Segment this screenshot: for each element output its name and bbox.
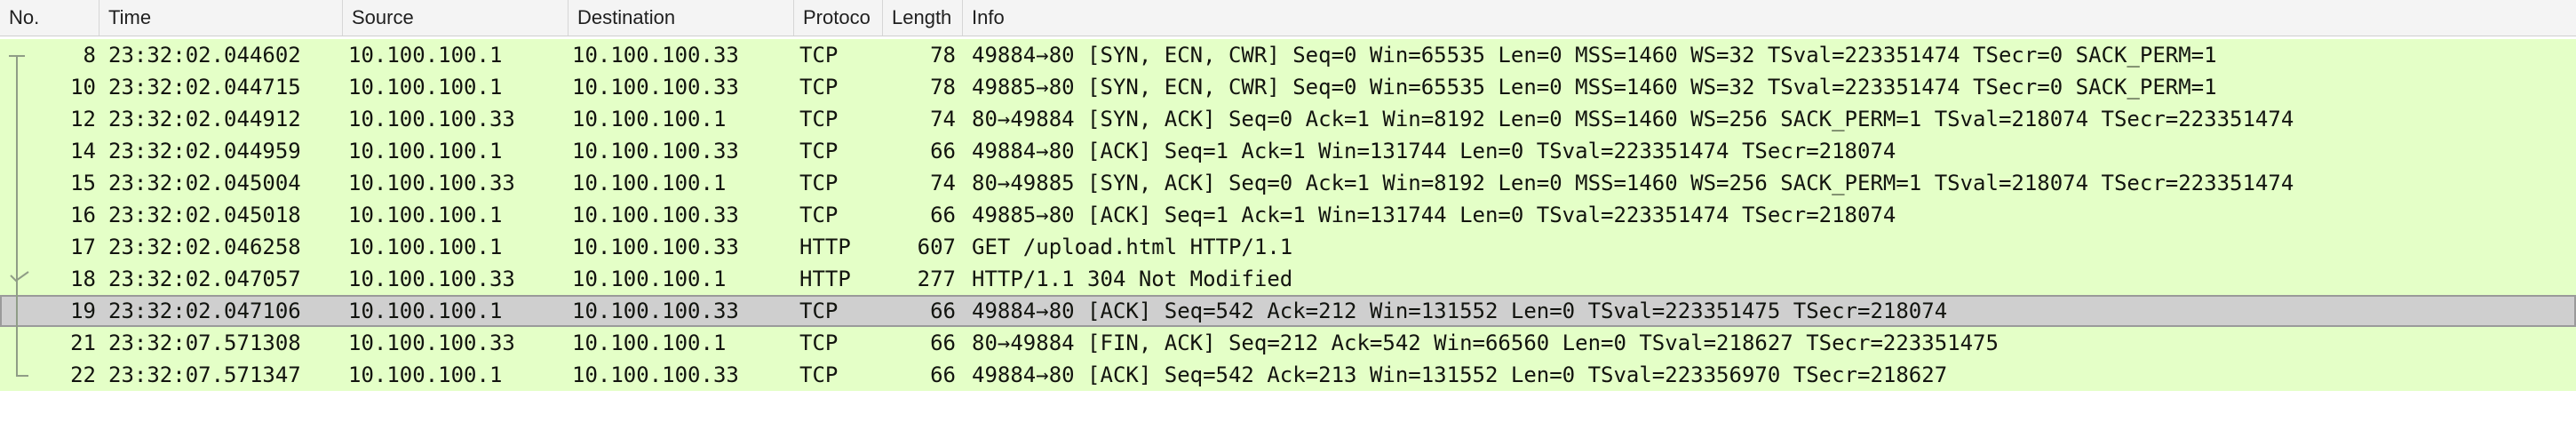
- packet-time: 23:32:02.046258: [108, 235, 301, 259]
- packet-rows: 8 23:32:02.044602 10.100.100.1 10.100.100.3…: [0, 39, 2576, 391]
- column-header-time[interactable]: Time: [99, 0, 343, 36]
- packet-number: 10: [70, 75, 96, 100]
- packet-protocol: TCP: [799, 139, 839, 163]
- ack-check-icon: [10, 271, 29, 283]
- column-header-bar: No. Time Source Destination Protoco Leng…: [0, 0, 2576, 36]
- packet-destination: 10.100.100.1: [572, 107, 727, 131]
- packet-source: 10.100.100.1: [348, 235, 503, 259]
- column-header-destination[interactable]: Destination: [568, 0, 794, 36]
- packet-list[interactable]: No. Time Source Destination Protoco Leng…: [0, 0, 2576, 430]
- packet-destination: 10.100.100.1: [572, 267, 727, 291]
- packet-row[interactable]: 18 23:32:02.047057 10.100.100.33 10.100.100…: [0, 263, 2576, 295]
- packet-length: 66: [930, 362, 956, 387]
- packet-row[interactable]: 17 23:32:02.046258 10.100.100.1 10.100.100.…: [0, 231, 2576, 263]
- packet-source: 10.100.100.1: [348, 362, 503, 387]
- packet-info: 49885→80 [SYN, ECN, CWR] Seq=0 Win=65535…: [972, 75, 2217, 100]
- packet-length: 74: [930, 107, 956, 131]
- column-header-source[interactable]: Source: [343, 0, 568, 36]
- packet-destination: 10.100.100.33: [572, 362, 739, 387]
- packet-length: 607: [917, 235, 956, 259]
- packet-row[interactable]: 22 23:32:07.571347 10.100.100.1 10.100.100.…: [0, 359, 2576, 391]
- packet-number: 17: [70, 235, 96, 259]
- packet-protocol: HTTP: [799, 235, 851, 259]
- packet-protocol: TCP: [799, 330, 839, 355]
- packet-length: 78: [930, 75, 956, 100]
- packet-protocol: TCP: [799, 299, 839, 323]
- packet-time: 23:32:02.044602: [108, 43, 301, 68]
- column-header-info[interactable]: Info: [963, 0, 2576, 36]
- packet-length: 277: [917, 267, 956, 291]
- column-header-no[interactable]: No.: [0, 0, 99, 36]
- packet-number: 12: [70, 107, 96, 131]
- packet-protocol: HTTP: [799, 267, 851, 291]
- packet-destination: 10.100.100.1: [572, 171, 727, 195]
- packet-time: 23:32:02.047106: [108, 299, 301, 323]
- packet-destination: 10.100.100.33: [572, 75, 739, 100]
- packet-number: 19: [70, 299, 96, 323]
- packet-length: 66: [930, 203, 956, 227]
- packet-row[interactable]: 8 23:32:02.044602 10.100.100.1 10.100.100.3…: [0, 39, 2576, 71]
- selected-packet-row[interactable]: 19 23:32:02.047106 10.100.100.1 10.100.100.…: [0, 295, 2576, 327]
- packet-row[interactable]: 10 23:32:02.044715 10.100.100.1 10.100.100.…: [0, 71, 2576, 103]
- packet-info: 80→49884 [FIN, ACK] Seq=212 Ack=542 Win=…: [972, 330, 1999, 355]
- column-header-protocol[interactable]: Protoco: [794, 0, 883, 36]
- packet-time: 23:32:07.571347: [108, 362, 301, 387]
- packet-source: 10.100.100.1: [348, 299, 503, 323]
- packet-info: HTTP/1.1 304 Not Modified: [972, 267, 1293, 291]
- packet-row[interactable]: 12 23:32:02.044912 10.100.100.33 10.100.100…: [0, 103, 2576, 135]
- packet-protocol: TCP: [799, 203, 839, 227]
- packet-row[interactable]: 15 23:32:02.045004 10.100.100.33 10.100.100…: [0, 167, 2576, 199]
- packet-number: 14: [70, 139, 96, 163]
- packet-destination: 10.100.100.33: [572, 139, 739, 163]
- packet-info: GET /upload.html HTTP/1.1: [972, 235, 1293, 259]
- packet-protocol: TCP: [799, 75, 839, 100]
- packet-info: 80→49884 [SYN, ACK] Seq=0 Ack=1 Win=8192…: [972, 107, 2294, 131]
- packet-source: 10.100.100.1: [348, 43, 503, 68]
- packet-info: 80→49885 [SYN, ACK] Seq=0 Ack=1 Win=8192…: [972, 171, 2294, 195]
- packet-number: 15: [70, 171, 96, 195]
- packet-time: 23:32:02.044715: [108, 75, 301, 100]
- packet-source: 10.100.100.33: [348, 171, 515, 195]
- packet-info: 49885→80 [ACK] Seq=1 Ack=1 Win=131744 Le…: [972, 203, 1896, 227]
- packet-source: 10.100.100.1: [348, 139, 503, 163]
- packet-protocol: TCP: [799, 171, 839, 195]
- packet-length: 66: [930, 330, 956, 355]
- packet-destination: 10.100.100.33: [572, 203, 739, 227]
- packet-info: 49884→80 [ACK] Seq=542 Ack=212 Win=13155…: [972, 299, 1948, 323]
- packet-row[interactable]: 21 23:32:07.571308 10.100.100.33 10.100.100…: [0, 327, 2576, 359]
- packet-length: 74: [930, 171, 956, 195]
- packet-time: 23:32:02.044959: [108, 139, 301, 163]
- packet-time: 23:32:02.044912: [108, 107, 301, 131]
- packet-row[interactable]: 16 23:32:02.045018 10.100.100.1 10.100.100.…: [0, 199, 2576, 231]
- packet-number: 21: [70, 330, 96, 355]
- packet-source: 10.100.100.33: [348, 330, 515, 355]
- packet-time: 23:32:07.571308: [108, 330, 301, 355]
- packet-destination: 10.100.100.33: [572, 235, 739, 259]
- packet-source: 10.100.100.33: [348, 107, 515, 131]
- conversation-bracket-icon: [16, 375, 28, 377]
- column-header-length[interactable]: Length: [883, 0, 963, 36]
- packet-protocol: TCP: [799, 362, 839, 387]
- packet-info: 49884→80 [SYN, ECN, CWR] Seq=0 Win=65535…: [972, 43, 2217, 68]
- packet-protocol: TCP: [799, 43, 839, 68]
- packet-destination: 10.100.100.33: [572, 43, 739, 68]
- packet-number: 22: [70, 362, 96, 387]
- packet-length: 66: [930, 139, 956, 163]
- packet-info: 49884→80 [ACK] Seq=1 Ack=1 Win=131744 Le…: [972, 139, 1896, 163]
- packet-number: 16: [70, 203, 96, 227]
- packet-source: 10.100.100.33: [348, 267, 515, 291]
- packet-length: 66: [930, 299, 956, 323]
- packet-row[interactable]: 14 23:32:02.044959 10.100.100.1 10.100.100.…: [0, 135, 2576, 167]
- packet-info: 49884→80 [ACK] Seq=542 Ack=213 Win=13155…: [972, 362, 1948, 387]
- packet-source: 10.100.100.1: [348, 203, 503, 227]
- packet-length: 78: [930, 43, 956, 68]
- packet-time: 23:32:02.047057: [108, 267, 301, 291]
- packet-destination: 10.100.100.33: [572, 299, 739, 323]
- packet-time: 23:32:02.045018: [108, 203, 301, 227]
- packet-destination: 10.100.100.1: [572, 330, 727, 355]
- packet-time: 23:32:02.045004: [108, 171, 301, 195]
- packet-protocol: TCP: [799, 107, 839, 131]
- packet-source: 10.100.100.1: [348, 75, 503, 100]
- conversation-bracket-icon: [16, 55, 18, 377]
